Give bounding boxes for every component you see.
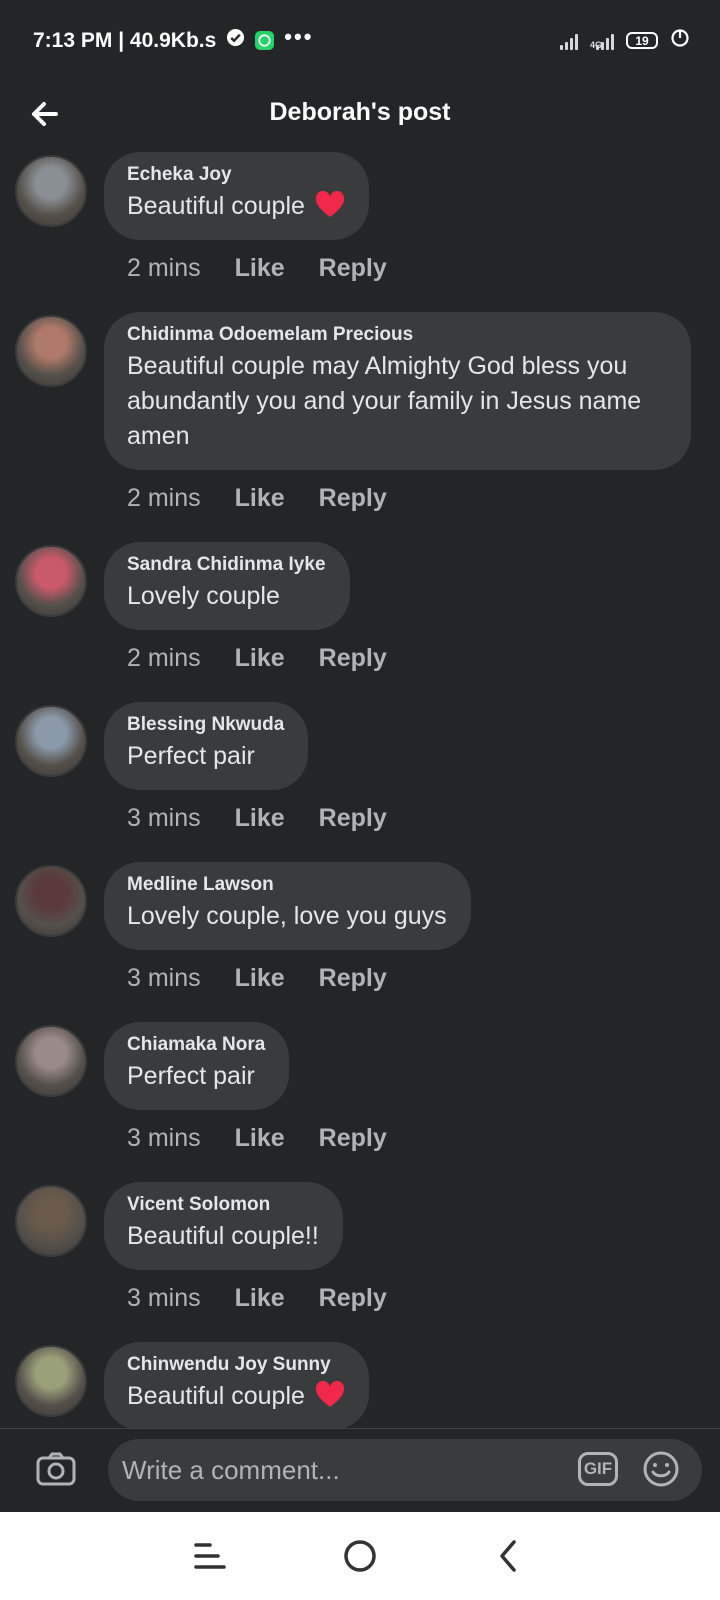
avatar[interactable] — [15, 1185, 87, 1257]
comment-actions: 2 mins Like Reply — [127, 484, 720, 542]
like-button[interactable]: Like — [235, 484, 285, 542]
comment-text-line: Beautiful couple — [127, 1379, 345, 1414]
comment-actions: 3 mins Like Reply — [127, 964, 720, 1022]
like-button[interactable]: Like — [235, 1124, 285, 1182]
heart-icon — [315, 1380, 345, 1410]
comment-actions: 3 mins Like Reply — [127, 1124, 720, 1182]
back-icon[interactable] — [490, 1536, 530, 1576]
heart-icon — [315, 190, 345, 220]
comment-text-line: Lovely couple — [127, 579, 326, 614]
more-notifications-icon: ••• — [284, 23, 314, 49]
like-button[interactable]: Like — [235, 1284, 285, 1342]
battery-level: 19 — [635, 33, 649, 48]
comment-text: Perfect pair — [127, 742, 255, 770]
comment-actions: 3 mins Like Reply — [127, 1284, 720, 1342]
comment-timestamp: 2 mins — [127, 254, 201, 282]
comment-bubble[interactable]: Blessing Nkwuda Perfect pair — [104, 702, 309, 790]
comment-timestamp: 3 mins — [127, 964, 201, 992]
comment-text: Lovely couple, love you guys — [127, 902, 447, 930]
reply-button[interactable]: Reply — [319, 964, 387, 1022]
comment-item: Sandra Chidinma Iyke Lovely couple 2 mins L… — [0, 542, 720, 702]
comment-author[interactable]: Chiamaka Nora — [127, 1034, 265, 1056]
avatar[interactable] — [15, 315, 87, 387]
reply-button[interactable]: Reply — [319, 254, 387, 312]
recent-apps-icon[interactable] — [190, 1536, 230, 1576]
comment-author[interactable]: Vicent Solomon — [127, 1194, 319, 1216]
home-icon[interactable] — [340, 1536, 380, 1576]
comment-text: Beautiful couple may Almighty God bless … — [127, 352, 642, 450]
comment-bubble[interactable]: Vicent Solomon Beautiful couple!! — [104, 1182, 343, 1270]
comment-timestamp: 3 mins — [127, 1284, 201, 1312]
like-button[interactable]: Like — [235, 254, 285, 312]
checkmark-badge-icon — [226, 28, 245, 53]
avatar[interactable] — [15, 155, 87, 227]
gif-button[interactable]: GIF — [578, 1452, 618, 1486]
status-time: 7:13 PM | 40.9Kb.s — [33, 28, 217, 52]
comment-text: Lovely couple — [127, 582, 280, 610]
comment-item: Chiamaka Nora Perfect pair 3 mins Like Reply — [0, 1022, 720, 1182]
comment-actions: 3 mins Like Reply — [127, 804, 720, 862]
comment-text: Perfect pair — [127, 1062, 255, 1090]
comment-text: Beautiful couple — [127, 1382, 305, 1410]
comment-text-line: Beautiful couple may Almighty God bless … — [127, 349, 667, 454]
signal-icon-2 — [596, 32, 614, 50]
comment-timestamp: 2 mins — [127, 644, 201, 672]
comment-text-line: Lovely couple, love you guys — [127, 899, 447, 934]
comment-timestamp: 3 mins — [127, 804, 201, 832]
comment-author[interactable]: Echeka Joy — [127, 164, 345, 186]
reply-button[interactable]: Reply — [319, 484, 387, 542]
comment-text: Beautiful couple — [127, 192, 305, 220]
comment-bubble[interactable]: Sandra Chidinma Iyke Lovely couple — [104, 542, 350, 630]
comment-bubble[interactable]: Chiamaka Nora Perfect pair — [104, 1022, 290, 1110]
reply-button[interactable]: Reply — [319, 804, 387, 862]
reply-button[interactable]: Reply — [319, 1124, 387, 1182]
comment-author[interactable]: Chidinma Odoemelam Precious — [127, 324, 667, 346]
comment-text: Beautiful couple!! — [127, 1222, 319, 1250]
like-button[interactable]: Like — [235, 964, 285, 1022]
comment-composer: GIF — [0, 1428, 720, 1513]
page-title: Deborah's post — [269, 98, 451, 126]
comment-bubble[interactable]: Chinwendu Joy Sunny Beautiful couple — [104, 1342, 369, 1428]
comment-list[interactable]: Echeka Joy Beautiful couple 2 mins Like Repl… — [0, 152, 720, 1428]
like-button[interactable]: Like — [235, 804, 285, 862]
comment-author[interactable]: Blessing Nkwuda — [127, 714, 284, 736]
reply-button[interactable]: Reply — [319, 644, 387, 702]
data-saver-icon — [670, 28, 690, 53]
comment-item: Chidinma Odoemelam Precious Beautiful cou… — [0, 312, 720, 542]
header: Deborah's post — [0, 86, 720, 152]
comment-timestamp: 2 mins — [127, 484, 201, 512]
comment-text-line: Perfect pair — [127, 739, 284, 774]
comment-item: Chinwendu Joy Sunny Beautiful couple — [0, 1342, 720, 1428]
comment-timestamp: 3 mins — [127, 1124, 201, 1152]
battery-icon: 19 — [626, 32, 658, 49]
comment-author[interactable]: Chinwendu Joy Sunny — [127, 1354, 345, 1376]
comment-text-line: Beautiful couple — [127, 189, 345, 224]
avatar[interactable] — [15, 705, 87, 777]
comment-bubble[interactable]: Echeka Joy Beautiful couple — [104, 152, 369, 240]
comment-text-line: Perfect pair — [127, 1059, 265, 1094]
avatar[interactable] — [15, 865, 87, 937]
whatsapp-icon — [255, 31, 275, 50]
comment-item: Blessing Nkwuda Perfect pair 3 mins Like Rep… — [0, 702, 720, 862]
status-bar: 7:13 PM | 40.9Kb.s ••• 4G 19 — [0, 0, 720, 86]
avatar[interactable] — [15, 545, 87, 617]
comment-text-line: Beautiful couple!! — [127, 1219, 319, 1254]
comment-actions: 2 mins Like Reply — [127, 254, 720, 312]
system-navigation-bar — [0, 1512, 720, 1600]
comment-author[interactable]: Sandra Chidinma Iyke — [127, 554, 326, 576]
comment-bubble[interactable]: Medline Lawson Lovely couple, love you gu… — [104, 862, 471, 950]
like-button[interactable]: Like — [235, 644, 285, 702]
comment-author[interactable]: Medline Lawson — [127, 874, 447, 896]
comment-actions: 2 mins Like Reply — [127, 644, 720, 702]
comment-item: Medline Lawson Lovely couple, love you gu… — [0, 862, 720, 1022]
comment-bubble[interactable]: Chidinma Odoemelam Precious Beautiful cou… — [104, 312, 691, 470]
signal-icon — [559, 32, 578, 50]
avatar[interactable] — [15, 1025, 87, 1097]
comment-item: Vicent Solomon Beautiful couple!! 3 mins Li… — [0, 1182, 720, 1342]
emoji-icon[interactable] — [642, 1450, 680, 1488]
comment-item: Echeka Joy Beautiful couple 2 mins Like Repl… — [0, 152, 720, 312]
reply-button[interactable]: Reply — [319, 1284, 387, 1342]
avatar[interactable] — [15, 1345, 87, 1417]
camera-icon[interactable] — [36, 1451, 76, 1487]
